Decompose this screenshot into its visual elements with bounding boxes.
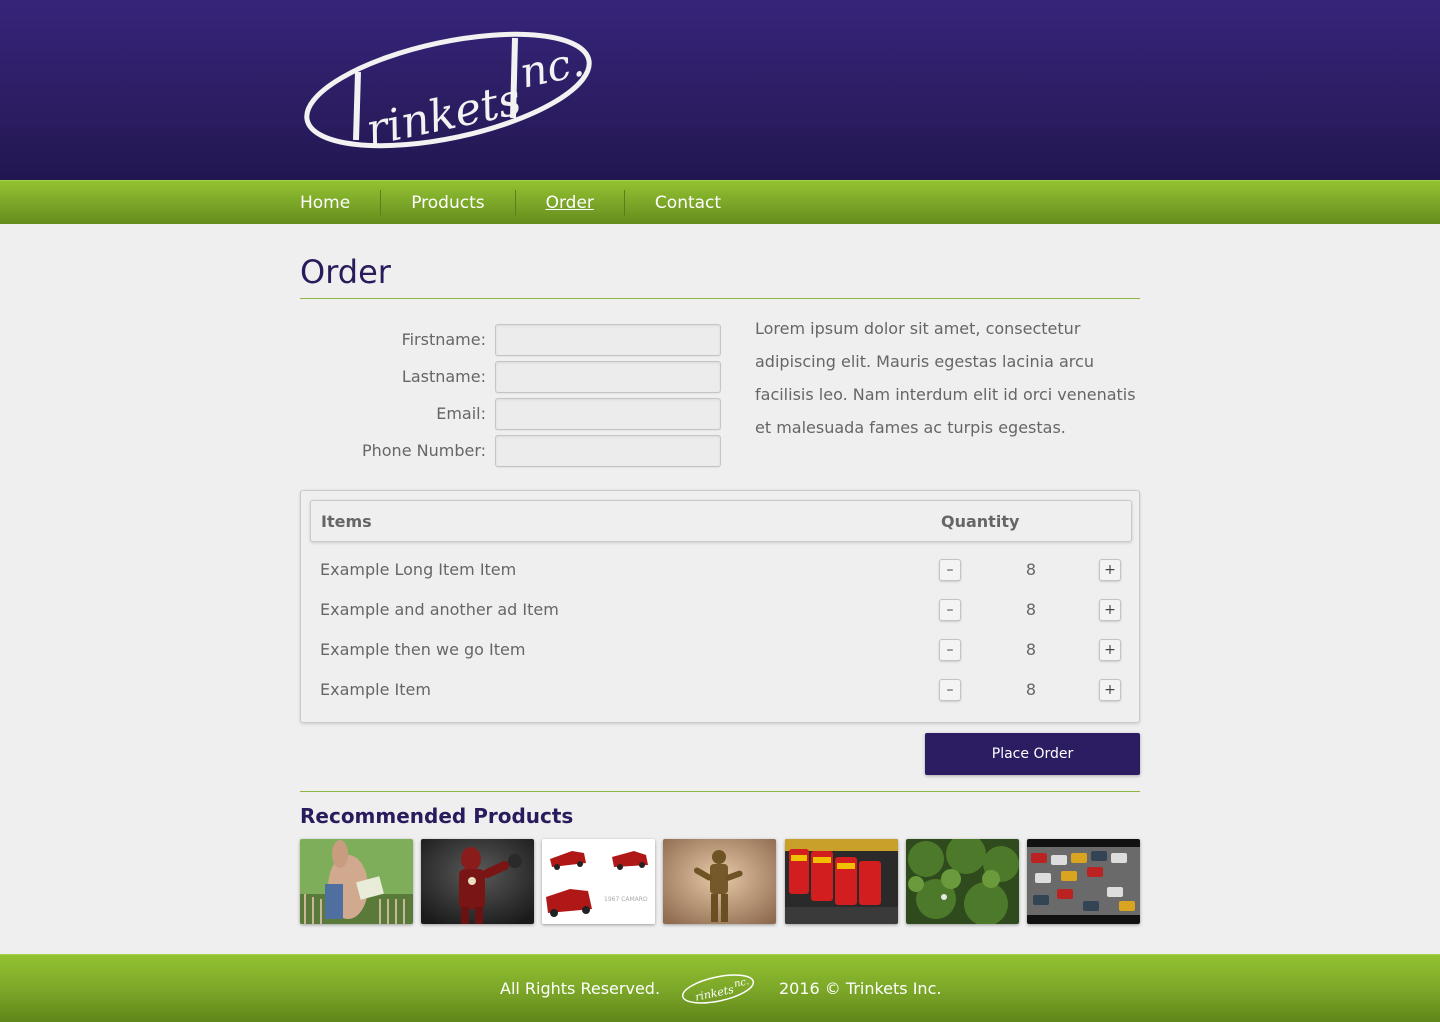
item-name: Example then we go Item <box>320 640 526 659</box>
item-name: Example and another ad Item <box>320 600 559 619</box>
lastname-label: Lastname: <box>401 367 486 386</box>
product-thumbnail-toy-traffic[interactable] <box>1027 839 1140 924</box>
increase-quantity-button[interactable]: + <box>1099 559 1121 581</box>
items-column-header: Items <box>321 512 372 531</box>
nav-item-contact[interactable]: Contact <box>623 190 751 216</box>
email-row: Email: <box>300 398 721 430</box>
item-quantity: 8 <box>1025 640 1037 659</box>
decrease-quantity-button[interactable]: – <box>939 559 961 581</box>
email-label: Email: <box>436 404 486 423</box>
increase-quantity-button[interactable]: + <box>1099 599 1121 621</box>
item-name: Example Item <box>320 680 431 699</box>
table-row: Example Long Item Item – 8 + <box>301 556 1139 586</box>
product-thumbnail-iron-man[interactable] <box>421 839 534 924</box>
phone-row: Phone Number: <box>300 435 721 467</box>
item-name: Example Long Item Item <box>320 560 517 579</box>
footer-logo: rinkets nc. <box>681 974 755 1004</box>
camaro-caption: 1967 CAMARO <box>604 896 648 903</box>
nav-item-home[interactable]: Home <box>300 190 380 216</box>
firstname-field[interactable] <box>495 324 721 356</box>
site-footer: All Rights Reserved. rinkets nc. 2016 © … <box>0 954 1440 1022</box>
main-nav: Home Products Order Contact <box>0 180 1440 224</box>
firstname-label: Firstname: <box>401 330 486 349</box>
lastname-field[interactable] <box>495 361 721 393</box>
product-thumbnail-foliage[interactable] <box>906 839 1019 924</box>
product-thumbnail-toy-soldier[interactable] <box>663 839 776 924</box>
page-title: Order <box>300 253 391 291</box>
decrease-quantity-button[interactable]: – <box>939 679 961 701</box>
increase-quantity-button[interactable]: + <box>1099 639 1121 661</box>
increase-quantity-button[interactable]: + <box>1099 679 1121 701</box>
decrease-quantity-button[interactable]: – <box>939 639 961 661</box>
table-row: Example and another ad Item – 8 + <box>301 596 1139 626</box>
title-divider <box>300 298 1140 299</box>
nav-item-order[interactable]: Order <box>514 190 624 216</box>
nav-item-products[interactable]: Products <box>380 190 514 216</box>
site-header: rinkets nc. <box>0 0 1440 180</box>
nav-items: Home Products Order Contact <box>300 181 751 225</box>
trinkets-logo[interactable]: rinkets nc. <box>300 28 600 152</box>
svg-text:rinkets: rinkets <box>362 74 526 152</box>
phone-field[interactable] <box>495 435 721 467</box>
product-thumbnail-red-trucks[interactable] <box>785 839 898 924</box>
items-table-header: Items Quantity <box>310 500 1132 542</box>
svg-text:nc.: nc. <box>733 976 750 990</box>
item-quantity: 8 <box>1025 600 1037 619</box>
quantity-column-header: Quantity <box>941 512 1020 531</box>
email-field[interactable] <box>495 398 721 430</box>
item-quantity: 8 <box>1025 680 1037 699</box>
item-quantity: 8 <box>1025 560 1037 579</box>
product-thumbnail-camaro[interactable]: 1967 CAMARO <box>542 839 655 924</box>
items-table: Items Quantity Example Long Item Item – … <box>300 490 1140 723</box>
recommended-divider <box>300 791 1140 792</box>
footer-copyright: 2016 © Trinkets Inc. <box>779 979 942 998</box>
table-row: Example Item – 8 + <box>301 676 1139 706</box>
lastname-row: Lastname: <box>300 361 721 393</box>
firstname-row: Firstname: <box>300 324 721 356</box>
table-row: Example then we go Item – 8 + <box>301 636 1139 666</box>
intro-text: Lorem ipsum dolor sit amet, consectetur … <box>755 319 1136 437</box>
decrease-quantity-button[interactable]: – <box>939 599 961 621</box>
phone-label: Phone Number: <box>361 441 486 460</box>
place-order-button[interactable]: Place Order <box>925 733 1140 775</box>
svg-text:rinkets: rinkets <box>694 983 735 1004</box>
footer-rights-text: All Rights Reserved. <box>500 979 661 998</box>
recommended-title: Recommended Products <box>300 804 574 828</box>
product-thumbnail-toy-deer[interactable] <box>300 839 413 924</box>
